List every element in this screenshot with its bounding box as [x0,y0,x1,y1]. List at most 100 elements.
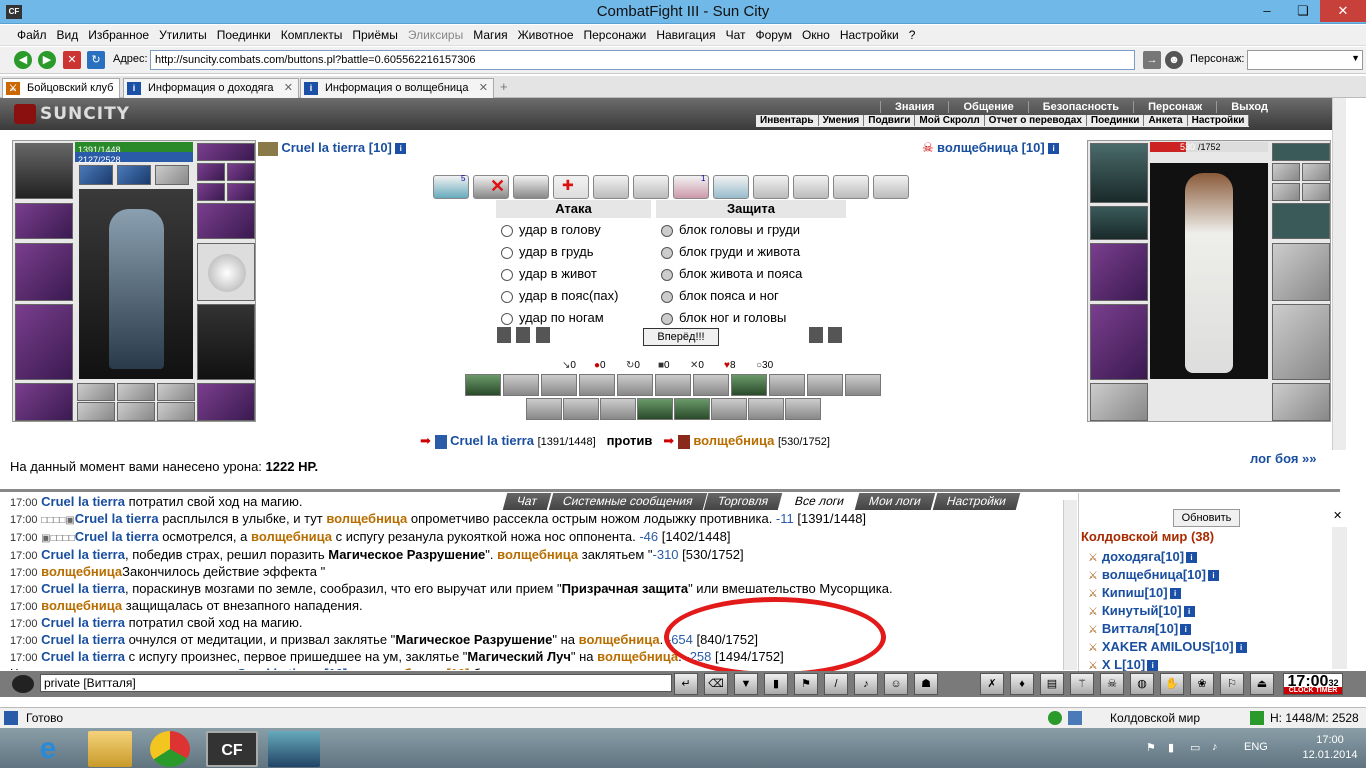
bracer-slot[interactable] [1090,206,1148,240]
chat-tab[interactable]: Настройки [932,493,1021,510]
address-input[interactable] [150,50,1135,70]
minimize-button[interactable]: – [1250,0,1284,22]
skill-slot[interactable] [711,398,747,420]
stop-icon[interactable]: ✕ [63,51,81,69]
swords-icon[interactable]: ⚔ [1088,624,1098,636]
menu-item[interactable]: Поединки [212,25,276,45]
player-name-link[interactable]: Cruel la tierra [75,511,159,526]
skill-slot[interactable] [693,374,729,396]
attack-option[interactable]: удар по ногам [501,307,656,329]
forward-button[interactable]: Вперёд!!! [643,328,719,346]
empty-slot[interactable] [157,402,195,421]
radio-icon[interactable] [501,246,513,259]
close-icon[interactable]: ✕ [1333,509,1342,522]
tab-fight-club[interactable]: ⚔ Бойцовский клуб [2,78,120,98]
menu-item[interactable]: Файл [12,25,52,45]
skill-slot[interactable] [845,374,881,396]
spell-slot[interactable] [753,175,789,199]
buff-slot[interactable] [117,165,151,185]
new-tab-icon[interactable]: + [500,79,508,94]
exit-icon[interactable]: ⏏ [1250,673,1274,695]
player-avatar[interactable] [79,189,193,379]
helmet-slot[interactable] [1090,143,1148,203]
swords-icon[interactable]: ⚔ [1088,606,1098,618]
block-icon[interactable] [828,327,843,343]
radio-icon[interactable] [661,312,673,325]
filter-icon[interactable]: ▼ [734,673,758,695]
radio-icon[interactable] [661,246,673,259]
ring-slot[interactable] [1272,143,1330,161]
ring-slot[interactable] [1272,163,1300,181]
tab-info-dohodyaga[interactable]: i Информация о доходяга ✕ [123,78,299,98]
skill-slot[interactable] [579,374,615,396]
player-name-link[interactable]: Cruel la tierra [41,615,125,630]
buff-slot[interactable] [155,165,189,185]
skill-slot[interactable] [731,374,767,396]
combatfight-icon[interactable]: CF [206,731,258,767]
pants-slot[interactable] [1272,304,1330,380]
opponent-name-link[interactable]: волщебница [251,529,332,544]
roster-item[interactable]: ⚔ Витталя[10] i [1088,620,1192,639]
spell-slot[interactable] [593,175,629,199]
menu-item[interactable]: Персонажи [579,25,652,45]
menu-item[interactable]: Чат [721,25,751,45]
radio-icon[interactable] [501,268,513,281]
battle-log-link[interactable]: лог боя »» [1250,451,1317,466]
belt-slot[interactable] [15,383,73,421]
menu-item[interactable]: Окно [797,25,835,45]
forward-icon[interactable]: ▶ [38,51,56,69]
armor-slot[interactable] [15,304,73,380]
sub-nav-item[interactable]: Поединки [1087,115,1145,126]
chat-scrollbar[interactable] [1063,500,1077,670]
eraser-icon[interactable]: ⌫ [704,673,728,695]
restore-button[interactable]: ❏ [1286,0,1320,22]
ring-slot[interactable] [227,183,255,201]
radio-icon[interactable] [501,312,513,325]
spell-slot[interactable] [833,175,869,199]
opponent-name-link[interactable]: волщебница [10] [937,140,1045,155]
roster-name[interactable]: Витталя[10] [1102,621,1178,636]
bracer-slot[interactable] [15,203,73,239]
opponent-avatar[interactable] [1150,163,1268,379]
skill-slot[interactable] [600,398,636,420]
shield-slot[interactable] [1272,243,1330,301]
gloves-slot[interactable] [1272,203,1330,239]
opponent-name-link[interactable]: волщебница [41,564,122,579]
menu-item[interactable]: Утилиты [154,25,212,45]
strike-icon[interactable] [535,327,550,343]
roster-name[interactable]: Кипиш[10] [1102,585,1168,600]
opponent-name-link[interactable]: волщебница [41,598,122,613]
roster-scrollbar[interactable] [1332,527,1347,669]
sub-nav-item[interactable]: Подвиги [864,115,916,126]
language-indicator[interactable]: ENG [1244,741,1268,753]
top-nav-item[interactable]: Общение [948,101,1027,113]
grid-icon[interactable] [1068,711,1082,725]
menu-item[interactable]: Избранное [83,25,154,45]
roster-name[interactable]: Кинутый[10] [1102,603,1182,618]
paw-icon[interactable]: ❀ [1190,673,1214,695]
sync-icon[interactable] [1250,711,1264,725]
radio-icon[interactable] [661,268,673,281]
skill-slot[interactable] [807,374,843,396]
skill-slot[interactable] [655,374,691,396]
weapon-slot[interactable] [1090,243,1148,301]
info-icon[interactable]: i [1048,143,1060,155]
skill-slot[interactable] [637,398,673,420]
network-icon[interactable]: ▮ [1168,741,1174,754]
close-button[interactable]: ✕ [1320,0,1366,22]
volume-icon[interactable]: ♪ [1212,741,1218,753]
skull-icon[interactable]: ☠ [1100,673,1124,695]
roster-item[interactable]: ⚔ доходяга[10] i [1088,548,1198,567]
versus-player-name[interactable]: Cruel la tierra [450,433,534,448]
skill-slot[interactable] [748,398,784,420]
player-name-link[interactable]: Cruel la tierra [10] [237,666,348,670]
spell-slot[interactable] [713,175,749,199]
chat-input[interactable] [40,674,672,692]
skill-slot[interactable] [563,398,599,420]
roster-item[interactable]: ⚔ XAKER AMILOUS[10] i [1088,638,1247,657]
weapon-slot[interactable] [15,243,73,301]
sub-nav-item[interactable]: Мой Скролл [915,115,985,126]
pants-slot[interactable] [197,304,255,380]
ring-slot[interactable] [1302,163,1330,181]
explorer-icon[interactable] [88,731,132,767]
